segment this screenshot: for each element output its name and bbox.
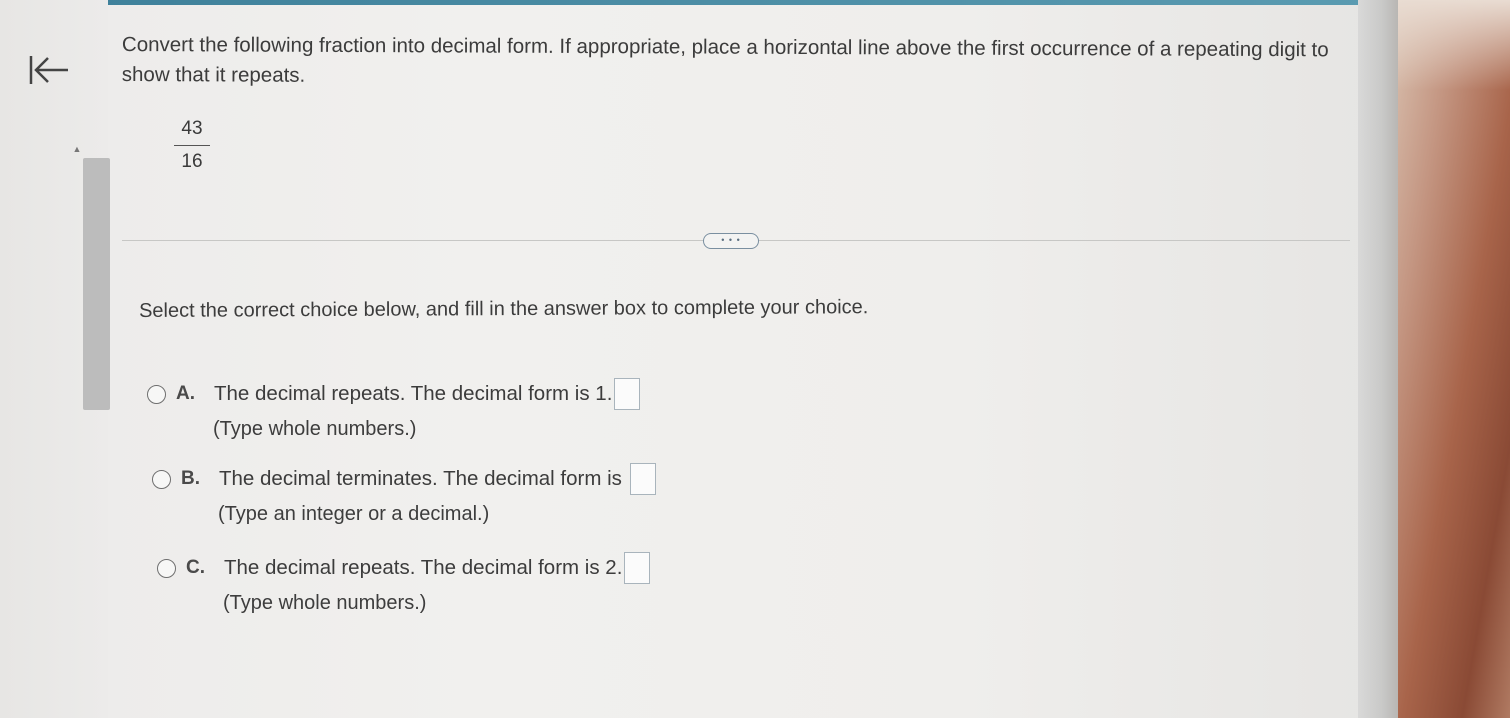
choice-c-letter: C. (186, 557, 205, 578)
background-surface (1398, 0, 1510, 718)
monitor-bezel (1358, 0, 1398, 718)
fraction: 43 16 (172, 116, 212, 175)
choice-b-answer-box[interactable] (629, 463, 656, 495)
back-arrow-icon (29, 56, 68, 84)
choice-c-answer-box[interactable] (624, 552, 651, 584)
fraction-numerator: 43 (181, 118, 203, 139)
choice-a-letter: A. (176, 383, 195, 404)
choice-c-hint: (Type whole numbers.) (223, 592, 427, 614)
choice-b-hint: (Type an integer or a decimal.) (218, 503, 490, 525)
scroll-up-icon[interactable]: ▲ (70, 144, 84, 154)
choice-c-radio[interactable] (157, 558, 176, 578)
question-text: Convert the following fraction into deci… (121, 32, 1329, 87)
choice-b-radio[interactable] (152, 469, 171, 489)
choice-b-letter: B. (181, 468, 200, 489)
choice-a-text: The decimal repeats. The decimal form is… (214, 382, 613, 405)
instruction-text: Select the correct choice below, and fil… (139, 296, 869, 322)
choice-b[interactable]: B. The decimal terminates. The decimal f… (152, 463, 656, 526)
back-button[interactable] (28, 50, 72, 90)
choice-a-answer-box[interactable] (614, 378, 641, 410)
choice-a-radio[interactable] (147, 384, 166, 404)
more-button[interactable]: • • • (703, 233, 759, 249)
choice-b-text: The decimal terminates. The decimal form… (219, 467, 622, 490)
top-accent-strip (0, 0, 1375, 5)
fraction-bar (174, 145, 210, 146)
fraction-denominator: 16 (181, 151, 203, 172)
scrollbar-thumb[interactable] (83, 158, 110, 410)
choice-c[interactable]: C. The decimal repeats. The decimal form… (157, 552, 651, 615)
choice-a[interactable]: A. The decimal repeats. The decimal form… (147, 378, 641, 441)
choice-c-text: The decimal repeats. The decimal form is… (224, 556, 623, 579)
choice-a-hint: (Type whole numbers.) (213, 418, 417, 440)
